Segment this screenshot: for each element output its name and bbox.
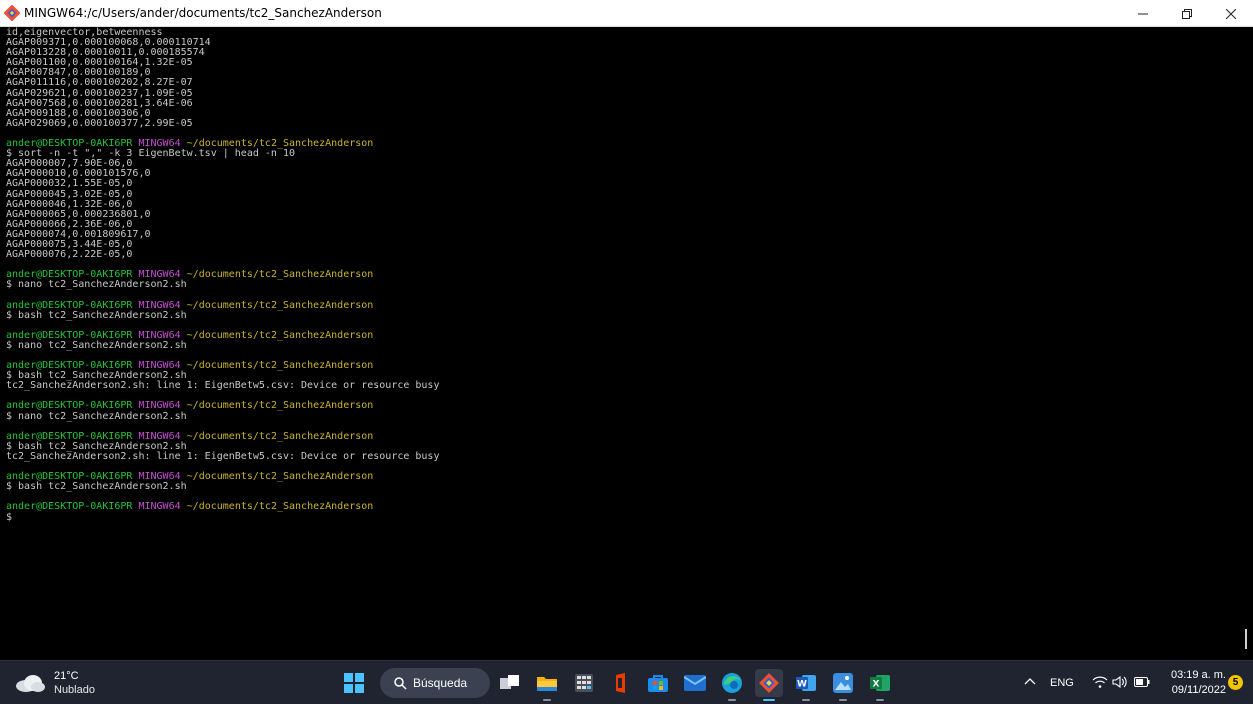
- prompt-path: ~/documents/tc2_SanchezAnderson: [186, 430, 374, 442]
- terminal-output-line: tc2_SanchezAnderson2.sh: line 1: EigenBe…: [6, 380, 440, 392]
- network-volume-battery[interactable]: [1092, 674, 1152, 692]
- svg-text:W: W: [797, 680, 807, 690]
- prompt-path: ~/documents/tc2_SanchezAnderson: [186, 329, 374, 341]
- running-indicator: [728, 699, 736, 701]
- wifi-icon: [1092, 676, 1108, 688]
- running-indicator: [543, 699, 551, 701]
- svg-text:X: X: [873, 680, 880, 690]
- terminal-area[interactable]: id,eigenvector,betweenness AGAP009371,0.0…: [0, 27, 1240, 660]
- search-label: Búsqueda: [413, 676, 468, 690]
- git-bash-button[interactable]: [755, 669, 783, 701]
- file-explorer-button[interactable]: [533, 669, 561, 701]
- clock-date: 09/11/2022: [1171, 684, 1226, 696]
- terminal-output-line: AGAP000032,1.55E-05,0: [6, 178, 133, 190]
- cloud-icon: [16, 675, 45, 692]
- prompt-path: ~/documents/tc2_SanchezAnderson: [186, 299, 374, 311]
- window-titlebar[interactable]: MINGW64:/c/Users/ander/documents/tc2_San…: [0, 0, 1253, 27]
- prompt-shell: MINGW64: [138, 299, 181, 311]
- terminal-output: id,eigenvector,betweenness AGAP009371,0.0…: [6, 27, 440, 523]
- prompt-user: ander@DESKTOP-0AKI6PR: [6, 501, 133, 513]
- office-button[interactable]: [607, 669, 635, 697]
- terminal-output-line: $: [6, 511, 13, 523]
- language-indicator[interactable]: ENG: [1050, 677, 1074, 689]
- battery-icon: [1134, 677, 1150, 687]
- weather-widget[interactable]: 21°C Nublado: [14, 669, 114, 699]
- show-hidden-icons-button[interactable]: [1024, 675, 1038, 689]
- close-icon: [1226, 8, 1236, 19]
- terminal-output-line: tc2_SanchezAnderson2.sh: line 1: EigenBe…: [6, 450, 440, 462]
- terminal-output-line: $ nano tc2_SanchezAnderson2.sh: [6, 279, 187, 291]
- folder-icon: [537, 677, 557, 691]
- excel-icon: X: [870, 675, 890, 691]
- photos-icon: [833, 673, 853, 693]
- task-view-button[interactable]: [496, 669, 524, 697]
- photos-button[interactable]: [829, 669, 857, 701]
- git-bash-icon: [4, 5, 20, 21]
- start-button[interactable]: [340, 669, 368, 697]
- calculator-button[interactable]: [570, 669, 598, 697]
- excel-button[interactable]: X: [866, 669, 894, 701]
- prompt-path: ~/documents/tc2_SanchezAnderson: [186, 400, 374, 412]
- restore-icon: [1182, 8, 1192, 19]
- word-icon: W: [796, 675, 816, 691]
- task-view-icon: [500, 675, 519, 689]
- clock-time: 03:19 a. m.: [1170, 669, 1226, 681]
- prompt-path: ~/documents/tc2_SanchezAnderson: [186, 471, 374, 483]
- search-box[interactable]: Búsqueda: [380, 668, 490, 698]
- running-indicator: [802, 699, 810, 701]
- prompt-user: ander@DESKTOP-0AKI6PR: [6, 400, 133, 412]
- active-indicator: [763, 699, 775, 701]
- running-indicator: [839, 699, 847, 701]
- window-title: MINGW64:/c/Users/ander/documents/tc2_San…: [24, 6, 382, 20]
- weather-condition: Nublado: [54, 684, 95, 696]
- search-icon: [394, 676, 407, 690]
- office-icon: [616, 673, 625, 693]
- terminal-prompt-line: ander@DESKTOP-0AKI6PR MINGW64 ~/document…: [6, 502, 439, 512]
- notification-badge[interactable]: 5: [1228, 675, 1243, 690]
- prompt-path: ~/documents/tc2_SanchezAnderson: [186, 269, 374, 281]
- edge-button[interactable]: [718, 669, 746, 701]
- restore-button[interactable]: [1165, 0, 1209, 27]
- terminal-output-line: AGAP000076,2.22E-05,0: [6, 249, 133, 261]
- store-icon: [648, 675, 668, 692]
- prompt-path: ~/documents/tc2_SanchezAnderson: [186, 360, 374, 372]
- chevron-up-icon: [1024, 678, 1036, 685]
- terminal-output-line: $ nano tc2_SanchezAnderson2.sh: [6, 339, 187, 351]
- minimize-button[interactable]: [1121, 0, 1165, 27]
- clock[interactable]: 03:19 a. m. 09/11/2022: [1166, 667, 1226, 699]
- store-button[interactable]: [644, 669, 672, 697]
- terminal-scrollbar[interactable]: [1240, 27, 1253, 660]
- terminal-output-line: $ bash tc2_SanchezAnderson2.sh: [6, 481, 187, 493]
- prompt-shell: MINGW64: [138, 501, 181, 513]
- edge-icon: [722, 673, 742, 693]
- close-button[interactable]: [1209, 0, 1253, 27]
- taskbar: 21°C Nublado Búsqueda W X ENG 03:19 a. m…: [0, 660, 1253, 704]
- prompt-user: ander@DESKTOP-0AKI6PR: [6, 299, 133, 311]
- minimize-icon: [1138, 13, 1148, 14]
- weather-temperature: 21°C: [54, 670, 79, 682]
- terminal-output-line: $ bash tc2_SanchezAnderson2.sh: [6, 309, 187, 321]
- scrollbar-thumb[interactable]: [1245, 629, 1247, 649]
- prompt-path: ~/documents/tc2_SanchezAnderson: [186, 501, 374, 513]
- running-indicator: [876, 699, 884, 701]
- terminal-output-line: AGAP029069,0.000100377,2.99E-05: [6, 117, 193, 129]
- windows-logo-icon: [344, 673, 364, 693]
- mail-icon: [684, 675, 706, 691]
- notification-count: 5: [1232, 677, 1239, 688]
- prompt-shell: MINGW64: [138, 400, 181, 412]
- mail-button[interactable]: [681, 669, 709, 697]
- word-button[interactable]: W: [792, 669, 820, 701]
- volume-icon: [1112, 675, 1127, 689]
- git-icon: [759, 673, 779, 693]
- terminal-output-line: $ nano tc2_SanchezAnderson2.sh: [6, 410, 187, 422]
- calculator-icon: [575, 674, 593, 692]
